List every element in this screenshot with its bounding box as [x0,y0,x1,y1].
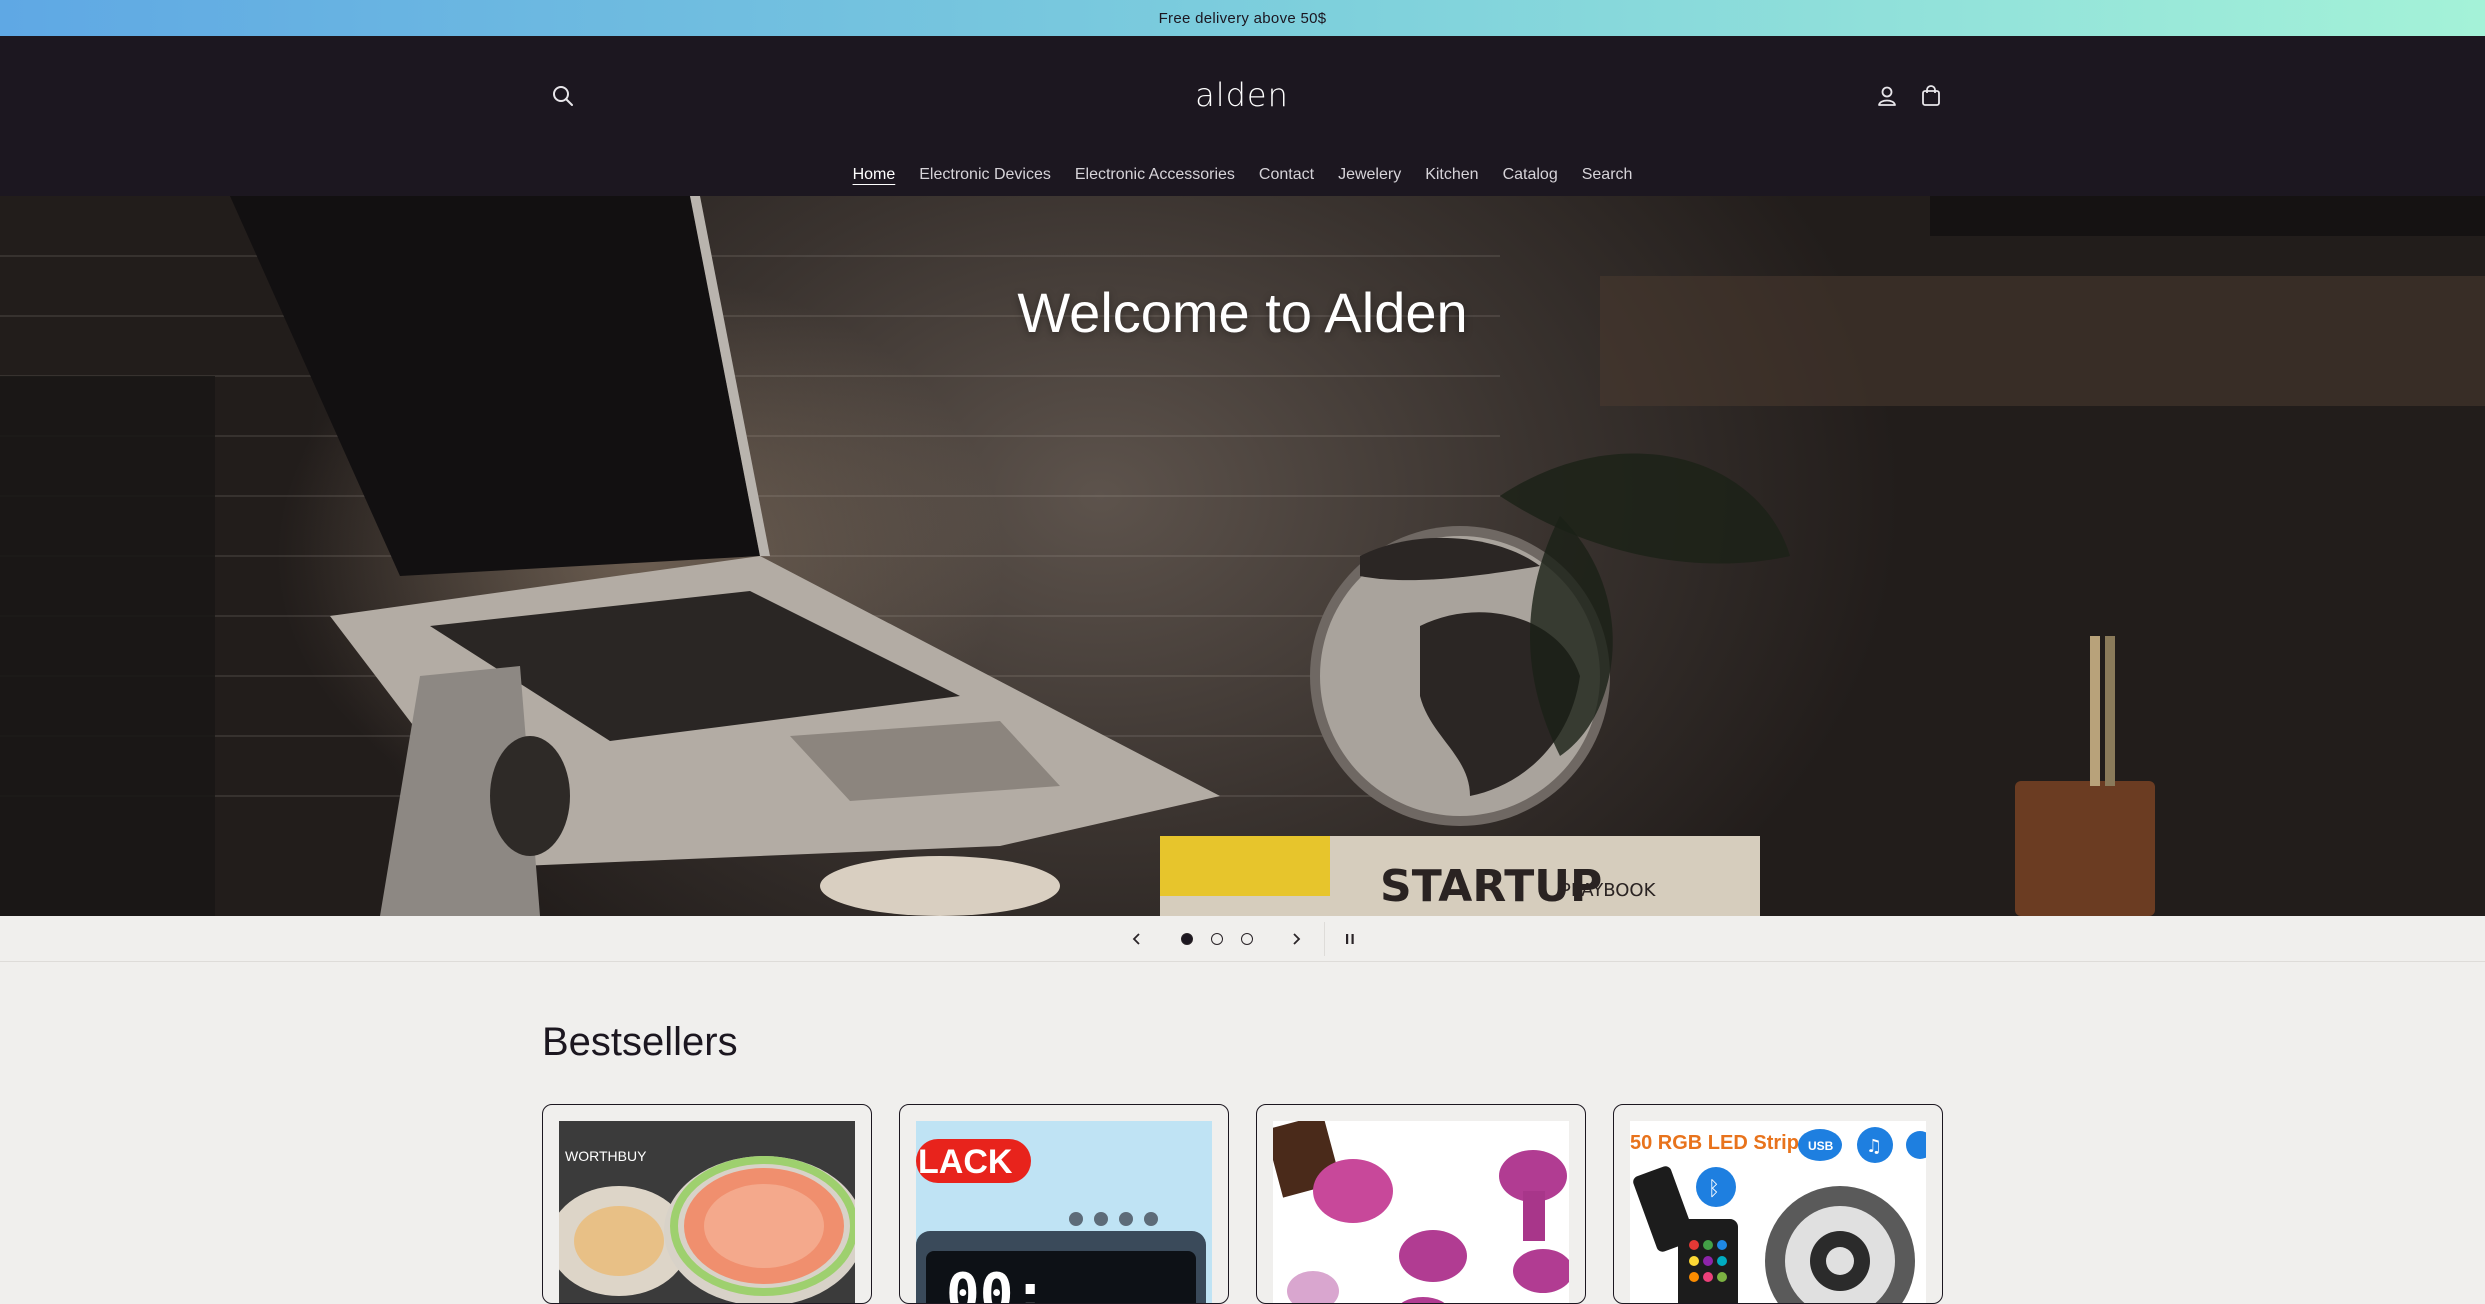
nav-item-catalog[interactable]: Catalog [1503,162,1558,188]
product-card-1[interactable]: WORTHBUY [542,1104,872,1304]
nav-item-contact[interactable]: Contact [1259,162,1314,188]
product-image-1[interactable]: WORTHBUY [559,1121,855,1303]
product-card-4[interactable]: 50 RGB LED Strip USB ♫ ᛒ [1613,1104,1943,1304]
hero-title: Welcome to Alden [1017,281,1468,344]
cart-icon[interactable] [1913,78,1949,114]
svg-text:ᛒ: ᛒ [1708,1176,1720,1200]
nav-item-jewelery[interactable]: Jewelery [1338,162,1401,188]
pause-icon[interactable] [1335,924,1365,954]
site-logo[interactable]: alden [1142,70,1342,120]
product-4-title: 50 RGB LED Strip [1630,1132,1799,1154]
svg-text:♫: ♫ [1866,1136,1882,1157]
product-2-label: LACK [918,1143,1013,1181]
nav-item-electronic-devices[interactable]: Electronic Devices [919,162,1051,188]
slider-divider [1324,922,1325,956]
chevron-right-icon[interactable] [1281,924,1311,954]
slider-controls [0,916,2485,962]
chevron-left-icon[interactable] [1122,924,1152,954]
slide-dot-1[interactable] [1181,933,1193,945]
nav-item-electronic-accessories[interactable]: Electronic Accessories [1075,162,1235,188]
svg-text:00:: 00: [946,1262,1047,1304]
product-image-2[interactable]: LACK 00: [916,1121,1212,1304]
site-header: alden Home Electronic Devices Electronic… [0,36,2485,196]
announcement-text: Free delivery above 50$ [1158,9,1327,27]
main-nav: Home Electronic Devices Electronic Acces… [0,154,2485,196]
product-card-2[interactable]: LACK 00: [899,1104,1229,1304]
announcement-bar: Free delivery above 50$ [0,0,2485,36]
nav-item-search[interactable]: Search [1582,162,1633,188]
account-icon[interactable] [1869,78,1905,114]
product-image-3[interactable] [1273,1121,1569,1303]
nav-item-kitchen[interactable]: Kitchen [1425,162,1478,188]
hero-slideshow: STARTUP PLAYBOOK Welcome to Alden [0,196,2485,916]
product-image-4[interactable]: 50 RGB LED Strip USB ♫ ᛒ [1630,1121,1926,1303]
product-4-badge: USB [1808,1139,1834,1153]
product-card-3[interactable] [1256,1104,1586,1304]
search-icon[interactable] [545,78,581,114]
svg-text:PLAYBOOK: PLAYBOOK [1560,880,1657,901]
slide-dot-3[interactable] [1241,933,1253,945]
slide-dot-2[interactable] [1211,933,1223,945]
bestsellers-title: Bestsellers [542,1020,738,1064]
nav-item-home[interactable]: Home [853,162,896,188]
product-1-brand: WORTHBUY [565,1148,647,1164]
